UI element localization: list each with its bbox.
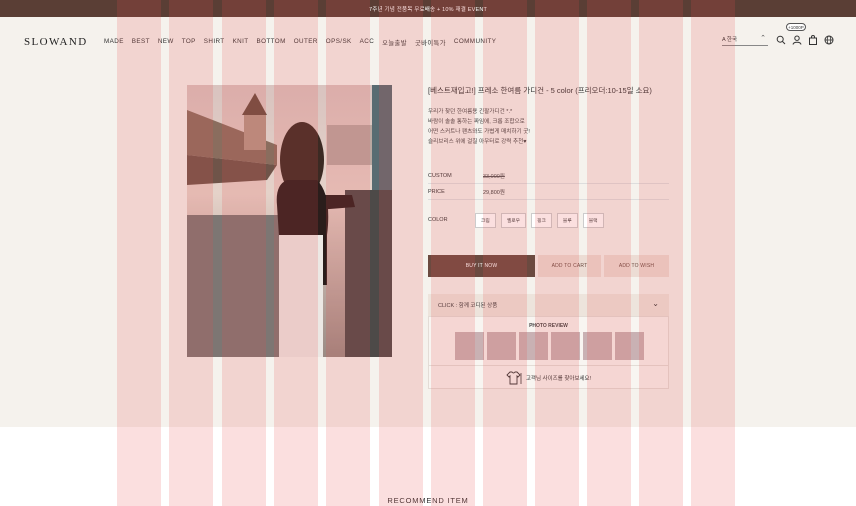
coordinated-items-label: CLICK : 함께 코디된 상품	[438, 303, 498, 309]
language-select[interactable]: A 한국 ⌃	[722, 35, 768, 46]
language-value: A 한국	[722, 37, 738, 43]
photo-review-section: PHOTO REVIEW 고객님 사이즈를 찾아보세요!	[428, 316, 669, 389]
price-value: 29,800원	[483, 190, 505, 196]
add-to-wish-button[interactable]: ADD TO WISH	[604, 255, 669, 277]
price-label: PRICE	[428, 189, 445, 195]
description-line: 어떤 스커트나 팬츠와도 가볍게 매치하기 굿!	[428, 129, 530, 135]
nav-item-ops-sk[interactable]: OPS/SK	[326, 38, 352, 47]
description-line: 슬리브리스 위에 걸칠 아우터로 강력 추천♥	[428, 139, 527, 145]
color-option-yellow[interactable]: 옐로우	[500, 213, 527, 228]
promo-banner[interactable]: 7주년 기념 전품목 무료배송 + 10% 재결 EVENT	[0, 0, 856, 17]
points-badge: +1000P	[786, 23, 806, 31]
search-icon[interactable]	[776, 35, 786, 45]
nav-item-new[interactable]: NEW	[158, 38, 174, 47]
review-thumbnail[interactable]	[487, 332, 516, 360]
nav-item-knit[interactable]: KNIT	[233, 38, 249, 47]
product-photo[interactable]	[187, 85, 392, 357]
header-icons	[776, 35, 834, 45]
promo-text: 7주년 기념 전품목 무료배송 + 10% 재결 EVENT	[368, 6, 488, 13]
nav-item-today[interactable]: 오늘출발	[382, 38, 407, 47]
page: 7주년 기념 전품목 무료배송 + 10% 재결 EVENT SLOWAND M…	[0, 0, 856, 506]
size-finder-text: 고객님 사이즈를 찾아보세요!	[525, 375, 592, 382]
site-logo[interactable]: SLOWAND	[24, 36, 88, 48]
review-thumbnail[interactable]	[615, 332, 644, 360]
shirt-ruler-icon	[506, 371, 522, 384]
review-thumbnail[interactable]	[455, 332, 484, 360]
review-thumbnail[interactable]	[583, 332, 612, 360]
color-option-pink[interactable]: 핑크	[531, 213, 552, 228]
nav-item-best[interactable]: BEST	[132, 38, 150, 47]
nav-item-top[interactable]: TOP	[182, 38, 196, 47]
nav-item-acc[interactable]: ACC	[360, 38, 375, 47]
review-thumbnails	[455, 332, 644, 360]
nav-item-outer[interactable]: OUTER	[294, 38, 318, 47]
photo-review-title: PHOTO REVIEW	[529, 323, 568, 329]
product-description: 우리가 찾던 한여름용 긴팔가디건 *.* 바람이 솔솔 통하는 짜임에, 크롭…	[428, 107, 668, 147]
review-thumbnail[interactable]	[551, 332, 580, 360]
color-options: 크림 옐로우 핑크 블루 블랙	[475, 213, 604, 228]
add-to-cart-button[interactable]: ADD TO CART	[538, 255, 601, 277]
review-thumbnail[interactable]	[519, 332, 548, 360]
shopping-bag-icon[interactable]	[808, 35, 818, 45]
product-info: [베스트재입고!] 프레소 한여름 가디건 - 5 color (프리오더:10…	[428, 85, 668, 147]
color-option-blue[interactable]: 블루	[556, 213, 578, 228]
nav-item-made[interactable]: MADE	[104, 38, 124, 47]
nav-item-goodbye-sale[interactable]: 굿바이특가	[415, 38, 446, 47]
recommend-title: RECOMMEND ITEM	[387, 496, 469, 505]
main-nav: MADE BEST NEW TOP SHIRT KNIT BOTTOM OUTE…	[104, 38, 496, 47]
nav-item-shirt[interactable]: SHIRT	[204, 38, 225, 47]
color-option-black[interactable]: 블랙	[582, 213, 604, 228]
chevron-up-icon: ⌃	[760, 35, 766, 42]
nav-item-community[interactable]: COMMUNITY	[454, 38, 496, 47]
custom-price-row: CUSTOM 33,000원	[428, 169, 669, 184]
user-icon[interactable]	[792, 35, 802, 45]
custom-price: 33,000원	[483, 174, 505, 180]
description-line: 바람이 솔솔 통하는 짜임에, 크롭 조합으로	[428, 119, 525, 125]
custom-label: CUSTOM	[428, 173, 452, 179]
product-title: [베스트재입고!] 프레소 한여름 가디건 - 5 color (프리오더:10…	[428, 86, 652, 95]
globe-icon[interactable]	[824, 35, 834, 45]
chevron-down-icon: ⌄	[652, 299, 659, 308]
description-line: 우리가 찾던 한여름용 긴팔가디건 *.*	[428, 109, 513, 115]
buy-now-button[interactable]: BUY IT NOW	[428, 255, 535, 277]
price-row: PRICE 29,800원	[428, 185, 669, 200]
nav-item-bottom[interactable]: BOTTOM	[257, 38, 286, 47]
coordinated-items-toggle[interactable]: CLICK : 함께 코디된 상품 ⌄	[428, 294, 669, 316]
size-finder-link[interactable]: 고객님 사이즈를 찾아보세요!	[429, 365, 668, 389]
color-option-cream[interactable]: 크림	[475, 213, 496, 228]
